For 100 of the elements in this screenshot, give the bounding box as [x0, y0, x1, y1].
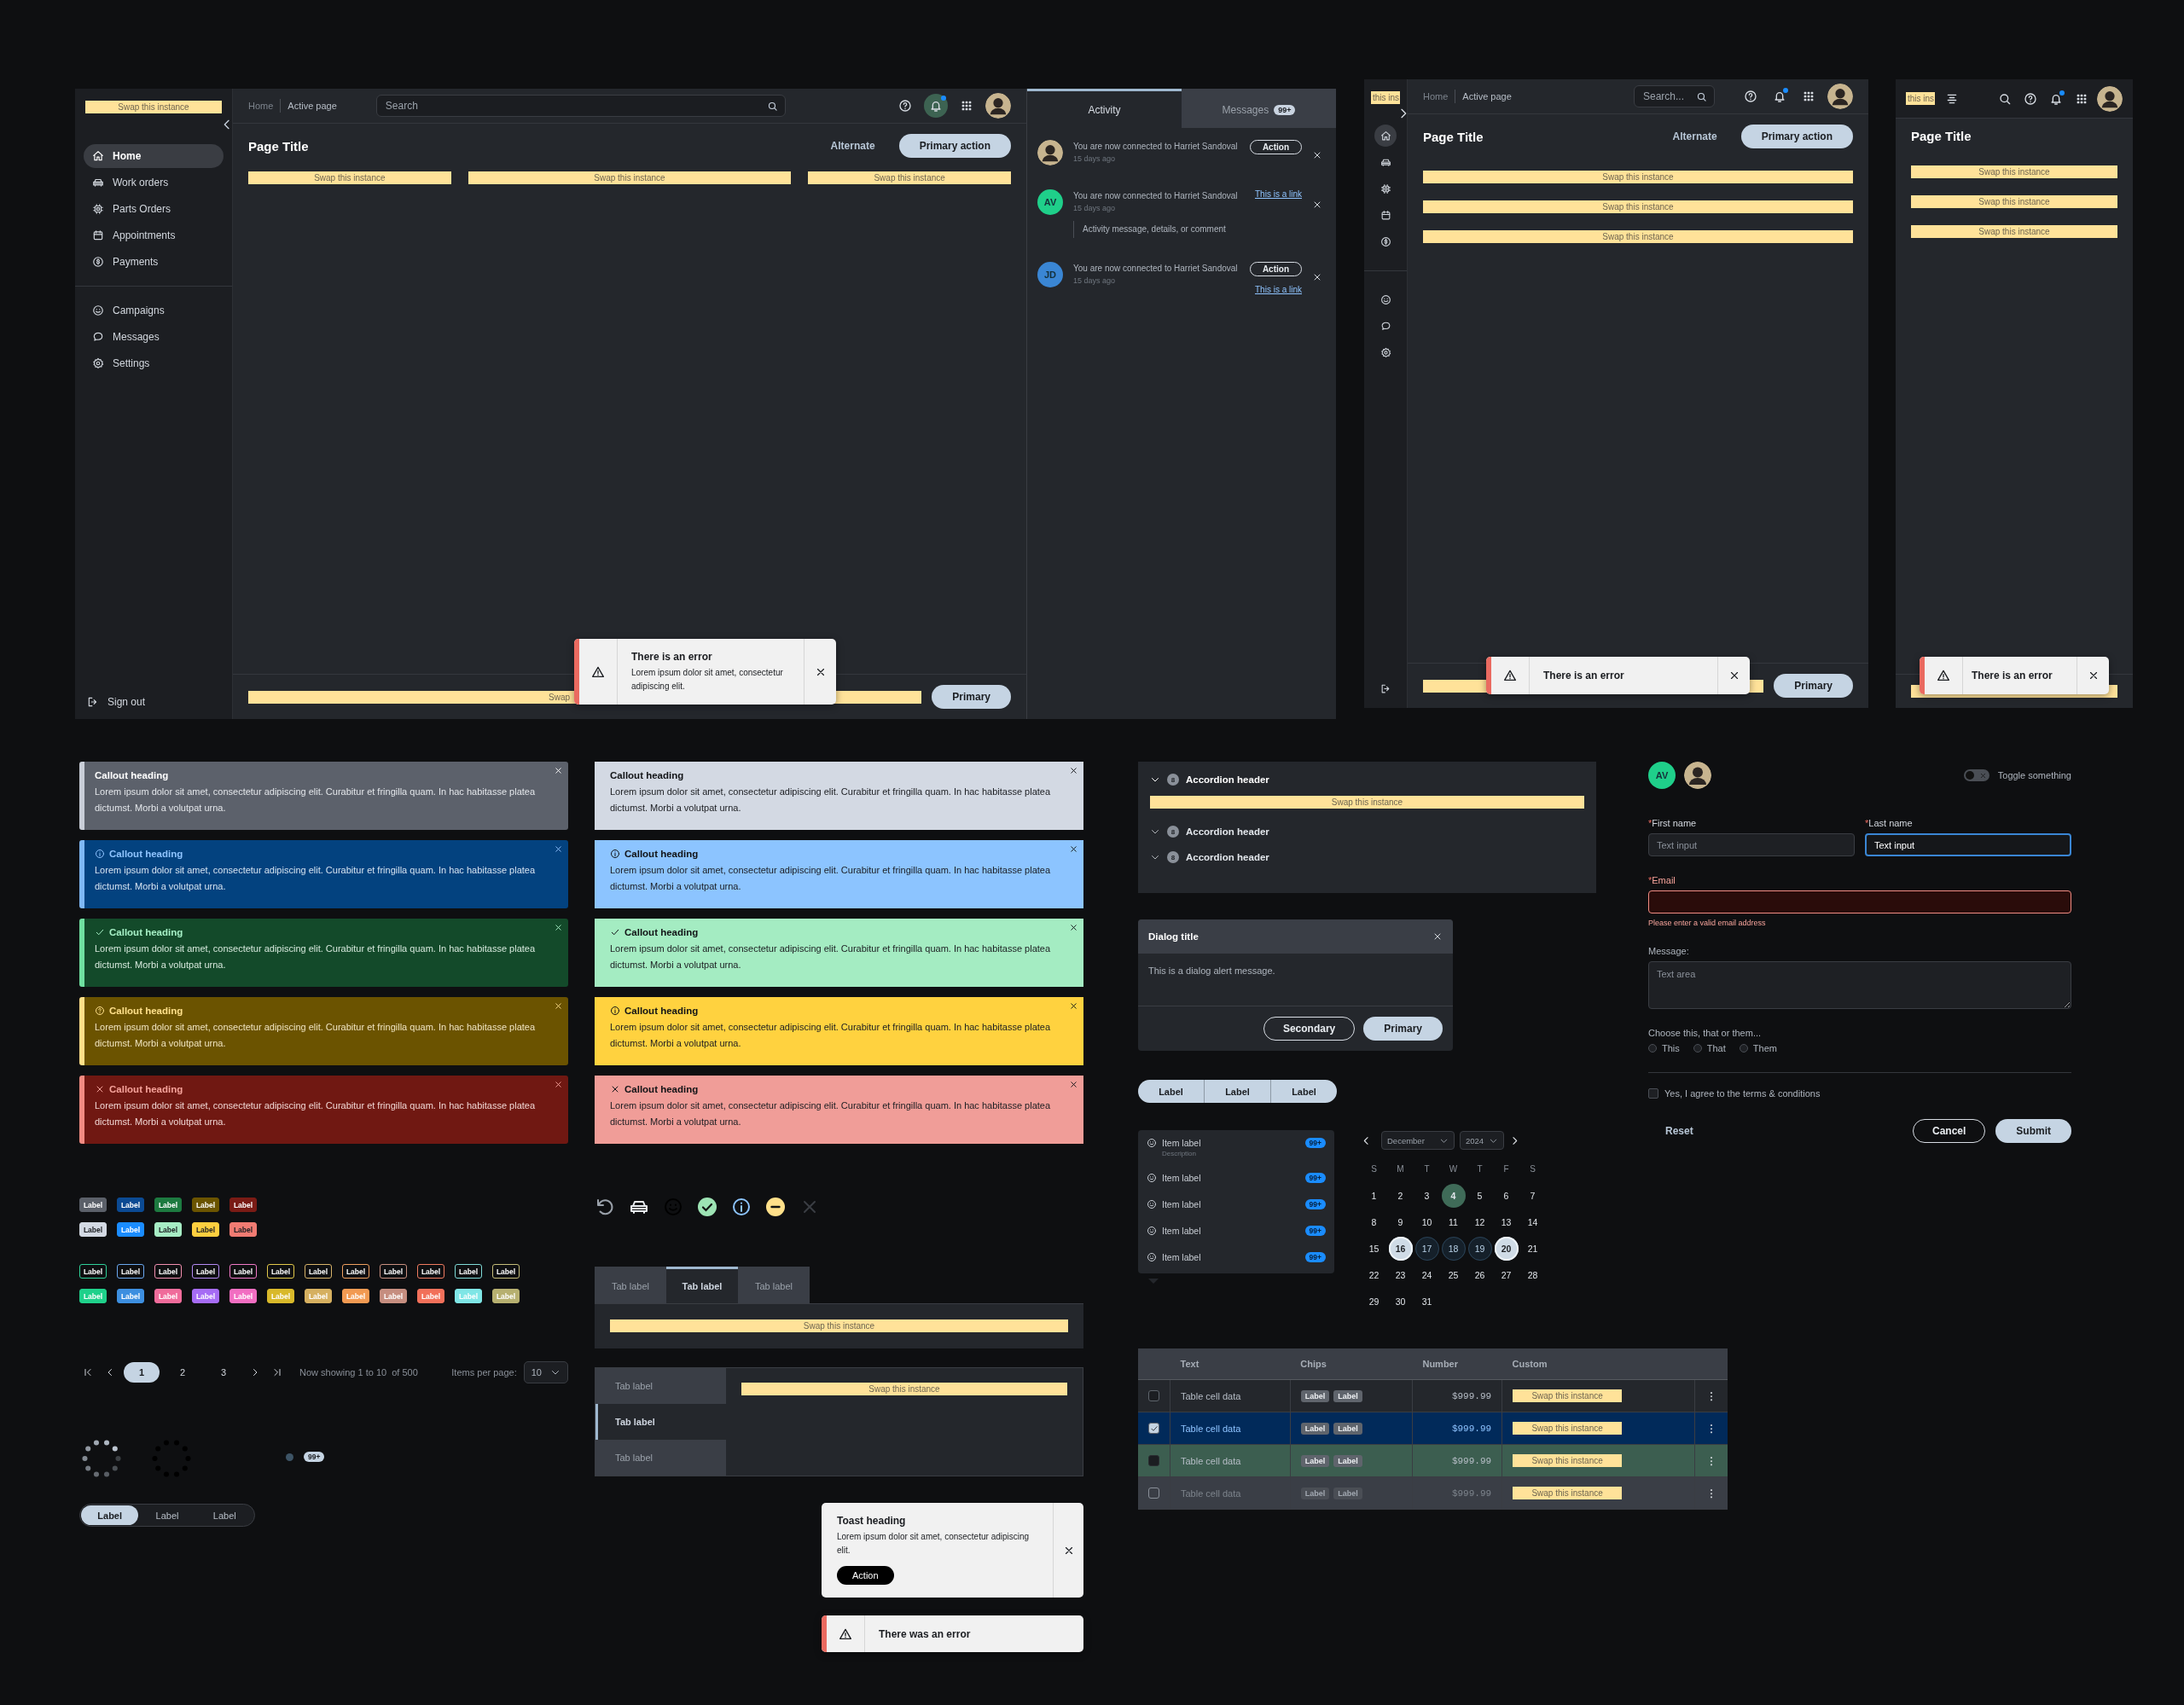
- list-item[interactable]: Item label 99+: [1147, 1217, 1326, 1244]
- primary-action-button[interactable]: Primary action: [898, 134, 1011, 158]
- calendar-day[interactable]: 23: [1388, 1262, 1413, 1287]
- close-button[interactable]: [1069, 1080, 1078, 1089]
- breadcrumb-link[interactable]: Home: [1423, 91, 1449, 101]
- action-button[interactable]: Action: [837, 1566, 894, 1585]
- avatar[interactable]: [2097, 85, 2123, 112]
- submit-button[interactable]: Submit: [1995, 1119, 2071, 1143]
- checkbox[interactable]: [1148, 1390, 1159, 1401]
- nav-item[interactable]: Payments: [84, 250, 224, 274]
- sign-out-button[interactable]: Sign out: [78, 690, 229, 714]
- close-button[interactable]: [1432, 931, 1443, 942]
- notifications-button[interactable]: [924, 94, 948, 118]
- primary-button[interactable]: Primary: [932, 685, 1011, 709]
- calendar-day[interactable]: 21: [1520, 1236, 1545, 1261]
- close-button[interactable]: [554, 923, 563, 932]
- group-button[interactable]: Label: [1204, 1080, 1270, 1103]
- toggle-switch[interactable]: [1963, 769, 1989, 781]
- link[interactable]: This is a link: [1255, 285, 1302, 294]
- calendar-day[interactable]: 26: [1467, 1262, 1492, 1287]
- tab[interactable]: Tab label: [595, 1440, 726, 1476]
- calendar-day[interactable]: 20: [1494, 1236, 1519, 1261]
- calendar-day[interactable]: 10: [1414, 1209, 1439, 1234]
- tab[interactable]: Tab label: [738, 1267, 810, 1303]
- nav-item[interactable]: Home: [84, 144, 224, 168]
- checkbox-option[interactable]: Yes, I agree to the terms & conditions: [1648, 1088, 2071, 1099]
- close-button[interactable]: [1069, 1001, 1078, 1011]
- close-button[interactable]: [1069, 923, 1078, 932]
- close-button[interactable]: [1069, 844, 1078, 854]
- page-button[interactable]: 3: [206, 1362, 241, 1383]
- calendar-day[interactable]: 11: [1441, 1209, 1466, 1234]
- calendar-day[interactable]: 15: [1362, 1236, 1386, 1261]
- calendar-day[interactable]: 31: [1414, 1289, 1439, 1314]
- primary-action-button[interactable]: Primary action: [1740, 125, 1853, 148]
- calendar-day[interactable]: 25: [1441, 1262, 1466, 1287]
- input-field[interactable]: Text input: [1648, 833, 1855, 856]
- nav-icon-button[interactable]: [1374, 125, 1397, 147]
- breadcrumb-link[interactable]: Home: [248, 101, 274, 111]
- nav-item[interactable]: Work orders: [84, 171, 224, 194]
- calendar-day[interactable]: 8: [1362, 1209, 1386, 1234]
- calendar-day[interactable]: 18: [1441, 1236, 1466, 1261]
- calendar-day[interactable]: 28: [1520, 1262, 1545, 1287]
- close-button[interactable]: [554, 1001, 563, 1011]
- segment[interactable]: Label: [138, 1505, 196, 1525]
- nav-item[interactable]: Campaigns: [84, 299, 224, 322]
- nav-item[interactable]: Settings: [84, 351, 224, 375]
- calendar-day[interactable]: 2: [1388, 1183, 1413, 1208]
- calendar-day[interactable]: 29: [1362, 1289, 1386, 1314]
- list-item[interactable]: Item label 99+: [1147, 1164, 1326, 1191]
- page-button[interactable]: 1: [124, 1362, 160, 1383]
- accordion-header[interactable]: 8 Accordion header: [1150, 767, 1584, 792]
- table-row[interactable]: Table cell data Label Label $999.99 Swap this instance: [1138, 1444, 1728, 1477]
- list-item[interactable]: Item label 99+: [1147, 1244, 1326, 1270]
- accordion-header[interactable]: 8 Accordion header: [1150, 844, 1584, 870]
- calendar-day[interactable]: 27: [1494, 1262, 1519, 1287]
- calendar-day[interactable]: 3: [1414, 1183, 1439, 1208]
- alternate-button[interactable]: Alternate: [1669, 125, 1721, 148]
- calendar-day[interactable]: 1: [1362, 1183, 1386, 1208]
- avatar[interactable]: [1827, 84, 1853, 109]
- calendar-day[interactable]: 4: [1441, 1183, 1466, 1208]
- calendar-day[interactable]: 6: [1494, 1183, 1519, 1208]
- calendar-day[interactable]: 17: [1414, 1236, 1439, 1261]
- search-field[interactable]: Search...: [1634, 85, 1715, 107]
- search-field[interactable]: Search: [375, 95, 786, 117]
- reset-button[interactable]: Reset: [1662, 1120, 1697, 1142]
- link[interactable]: This is a link: [1255, 189, 1302, 199]
- input-field[interactable]: Text input: [1865, 833, 2071, 856]
- calendar-day[interactable]: 24: [1414, 1262, 1439, 1287]
- tab[interactable]: Tab label: [595, 1368, 726, 1404]
- nav-item[interactable]: Messages: [84, 325, 224, 349]
- segment[interactable]: Label: [195, 1505, 253, 1525]
- accordion-header[interactable]: 8 Accordion header: [1150, 819, 1584, 844]
- primary-button[interactable]: Primary: [1363, 1017, 1443, 1041]
- items-per-page-select[interactable]: 10: [523, 1361, 568, 1383]
- table-row[interactable]: Table cell data Label Label $999.99 Swap this instance: [1138, 1379, 1728, 1412]
- calendar-day[interactable]: 12: [1467, 1209, 1492, 1234]
- panel-tab[interactable]: Messages 99+: [1182, 89, 1336, 128]
- text-area[interactable]: Text area: [1648, 961, 2071, 1009]
- tab[interactable]: Tab label: [666, 1267, 738, 1303]
- input-field[interactable]: [1648, 890, 2071, 913]
- group-button[interactable]: Label: [1270, 1080, 1337, 1103]
- close-button[interactable]: [554, 844, 563, 854]
- calendar-day[interactable]: 9: [1388, 1209, 1413, 1234]
- close-button[interactable]: [1069, 766, 1078, 775]
- calendar-day[interactable]: 13: [1494, 1209, 1519, 1234]
- year-select[interactable]: 2024: [1460, 1131, 1505, 1150]
- month-select[interactable]: December: [1381, 1131, 1455, 1150]
- group-button[interactable]: Label: [1138, 1080, 1204, 1103]
- calendar-day[interactable]: 5: [1467, 1183, 1492, 1208]
- calendar-day[interactable]: 7: [1520, 1183, 1545, 1208]
- calendar-day[interactable]: 16: [1388, 1236, 1413, 1261]
- calendar-day[interactable]: 22: [1362, 1262, 1386, 1287]
- list-item[interactable]: Item label 99+: [1147, 1191, 1326, 1217]
- calendar-day[interactable]: 19: [1467, 1236, 1492, 1261]
- checkbox[interactable]: [1148, 1455, 1159, 1466]
- table-row[interactable]: Table cell data Label Label $999.99 Swap this instance: [1138, 1412, 1728, 1445]
- segment[interactable]: Label: [81, 1505, 139, 1525]
- page-button[interactable]: 2: [165, 1362, 200, 1383]
- close-button[interactable]: [554, 766, 563, 775]
- checkbox[interactable]: [1148, 1423, 1159, 1434]
